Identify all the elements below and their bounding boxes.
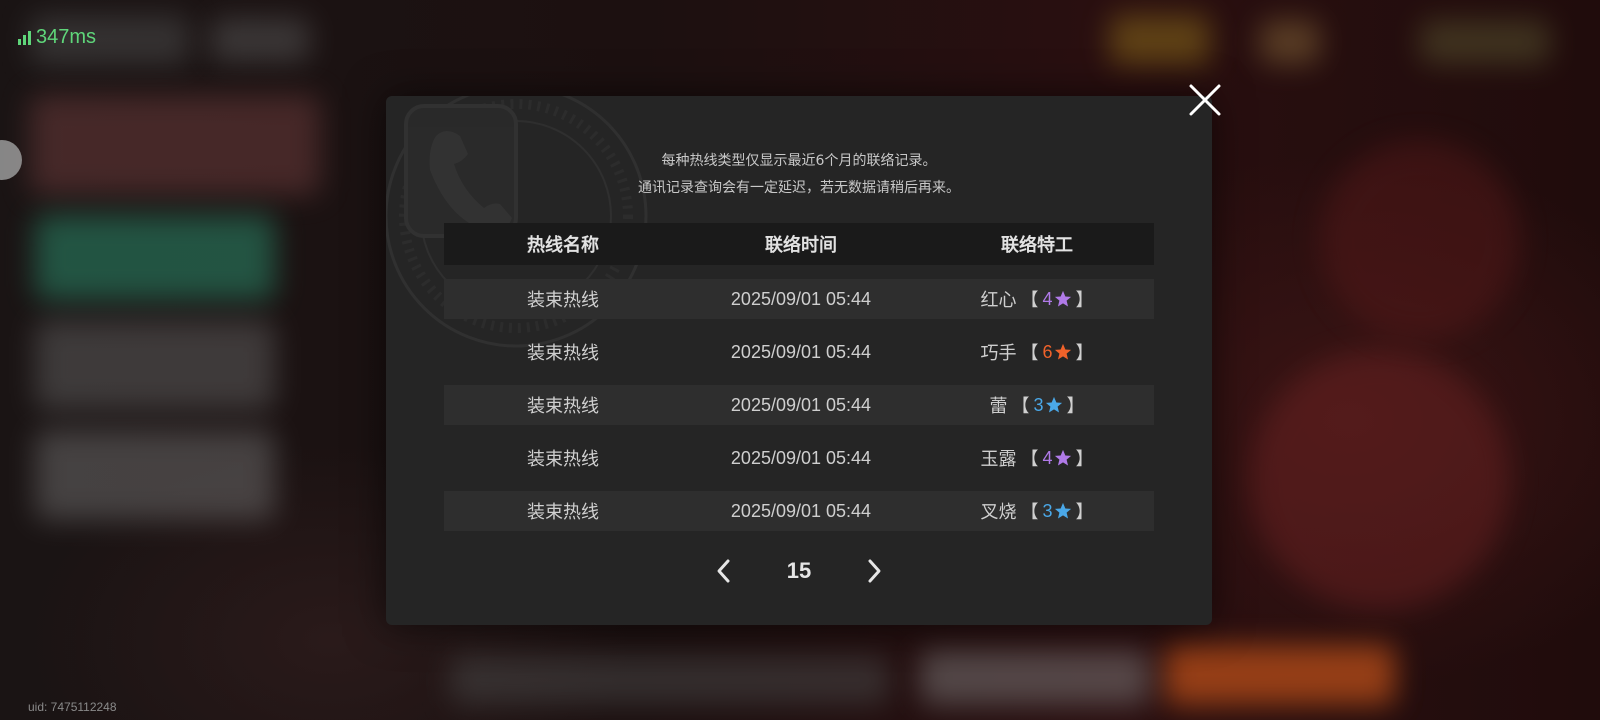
current-page-number: 15	[786, 558, 812, 583]
star-icon	[1054, 502, 1071, 519]
agent-name: 玉露	[980, 449, 1017, 470]
cell-agent: 巧手 【 6 】	[920, 339, 1154, 365]
cell-contact-time: 2025/09/01 05:44	[730, 447, 872, 468]
cell-line-name: 装束热线	[527, 396, 599, 417]
contact-records-dialog: 每种热线类型仅显示最近6个月的联络记录。 通讯记录查询会有一定延迟，若无数据请稍…	[386, 96, 1212, 625]
agent-name: 叉烧	[980, 502, 1017, 523]
cell-contact-time: 2025/09/01 05:44	[730, 341, 872, 362]
cell-line-name: 装束热线	[527, 502, 599, 523]
agent-rank: 3	[1042, 501, 1071, 522]
agent-name: 红心	[980, 290, 1017, 311]
signal-icon	[18, 30, 31, 45]
star-icon	[1054, 290, 1071, 307]
cell-contact-time: 2025/09/01 05:44	[730, 288, 872, 309]
table-row: 装束热线 2025/09/01 05:44 叉烧 【 3 】	[444, 491, 1154, 531]
agent-rank: 4	[1042, 448, 1071, 469]
ping-value: 347ms	[36, 26, 97, 48]
rank-number: 4	[1042, 447, 1053, 468]
notice-line-1: 每种热线类型仅显示最近6个月的联络记录。	[661, 153, 937, 169]
cell-agent: 红心 【 4 】	[920, 286, 1154, 312]
star-icon	[1045, 396, 1062, 413]
star-icon	[1054, 343, 1071, 360]
cell-line-name: 装束热线	[527, 290, 599, 311]
chevron-right-icon	[868, 559, 881, 583]
table-header: 热线名称 联络时间 联络特工	[444, 223, 1154, 265]
agent-rank: 6	[1042, 342, 1071, 363]
agent-name: 巧手	[980, 343, 1017, 364]
rank-number: 6	[1042, 341, 1053, 362]
cell-line-name: 装束热线	[527, 343, 599, 364]
rank-number: 3	[1033, 394, 1044, 415]
cell-agent: 玉露 【 4 】	[920, 445, 1154, 471]
agent-rank: 4	[1042, 289, 1071, 310]
cell-agent: 叉烧 【 3 】	[920, 498, 1154, 524]
notice-text: 每种热线类型仅显示最近6个月的联络记录。 通讯记录查询会有一定延迟，若无数据请稍…	[386, 148, 1212, 202]
rank-number: 3	[1042, 500, 1053, 521]
notice-line-2: 通讯记录查询会有一定延迟，若无数据请稍后再来。	[638, 180, 960, 196]
rank-number: 4	[1042, 288, 1053, 309]
table-row: 装束热线 2025/09/01 05:44 蕾 【 3 】	[444, 385, 1154, 425]
table-row: 装束热线 2025/09/01 05:44 红心 【 4 】	[444, 279, 1154, 319]
header-agent: 联络特工	[1001, 235, 1073, 256]
table-row: 装束热线 2025/09/01 05:44 巧手 【 6 】	[444, 332, 1154, 372]
cell-line-name: 装束热线	[527, 449, 599, 470]
header-line-name: 热线名称	[527, 235, 599, 256]
cell-contact-time: 2025/09/01 05:44	[730, 500, 872, 521]
cell-contact-time: 2025/09/01 05:44	[730, 394, 872, 415]
star-icon	[1054, 449, 1071, 466]
cell-agent: 蕾 【 3 】	[920, 392, 1154, 418]
network-ping-indicator: 347ms	[18, 26, 96, 49]
table-row: 装束热线 2025/09/01 05:44 玉露 【 4 】	[444, 438, 1154, 478]
contact-records-table: 热线名称 联络时间 联络特工 装束热线 2025/09/01 05:44 红心 …	[444, 223, 1154, 531]
header-contact-time: 联络时间	[765, 235, 837, 256]
close-icon	[1189, 84, 1221, 116]
prev-page-button[interactable]	[704, 551, 744, 591]
next-page-button[interactable]	[854, 551, 894, 591]
close-button[interactable]	[1183, 78, 1227, 122]
user-id-label: uid: 7475112248	[28, 700, 117, 714]
agent-rank: 3	[1033, 395, 1062, 416]
agent-name: 蕾	[989, 396, 1008, 417]
pagination: 15	[386, 551, 1212, 591]
chevron-left-icon	[717, 559, 730, 583]
